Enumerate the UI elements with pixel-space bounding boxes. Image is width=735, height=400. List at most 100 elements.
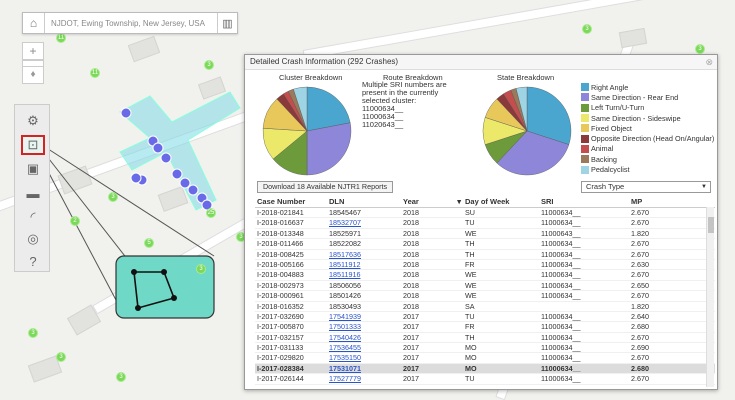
cluster-marker[interactable]: 25 [206,208,216,218]
table-row[interactable]: I-2018-000961 18501426 2018 WE 11000634__ 2.6… [255,291,715,302]
cell-case-number: I-2017-032690 [257,311,304,321]
crash-point [130,172,142,184]
header-day-of-week[interactable]: Day of Week [465,197,541,207]
cluster-marker[interactable]: 11 [56,33,66,43]
table-row[interactable]: I-2017-029820 17535150 2017 MO 11000634__ 2.6… [255,353,715,364]
cell-dln[interactable]: 17501333 [329,322,403,331]
legend-item: Opposite Direction (Head On/Angular) [581,133,716,143]
cluster-marker[interactable]: 3 [28,328,38,338]
cluster-marker[interactable]: 3 [116,372,126,382]
cluster-marker[interactable]: 3 [108,192,118,202]
cell-year: 2018 [403,228,419,238]
cluster-marker[interactable]: 3 [56,352,66,362]
table-row[interactable]: I-2018-004883 18511916 2018 WE 11000634__ 2.6… [255,270,715,281]
download-reports-button[interactable]: Download 18 Available NJTR1 Reports [257,181,393,193]
cell-day: WE [465,270,477,280]
table-row[interactable]: I-2017-032690 17541939 2017 TU 11000634__ 2.6… [255,311,715,323]
save-icon[interactable]: ▣ [21,159,45,179]
cluster-marker[interactable]: 5 [144,238,154,248]
cell-mp: 2.670 [631,239,649,249]
search-input[interactable]: NJDOT, Ewing Township, New Jersey, USA [45,19,217,28]
cell-mp: 2.670 [631,218,649,228]
cell-day: WE [465,280,477,290]
cell-sri: 11000634__ [541,280,581,290]
header-case-number[interactable]: Case Number [255,197,329,207]
help-icon[interactable]: ? [21,251,45,271]
tool-sidebar: ⚙ ⊡ ▣ ▬ ◜ ◎ ? [14,104,50,272]
cluster-breakdown-pie [262,86,352,176]
cell-dln[interactable]: 17527779 [329,374,403,383]
pie-slice-same-direction-rear-end[interactable] [306,122,352,176]
table-row[interactable]: I-2018-011466 18522082 2018 TH 11000634__ 2.6… [255,239,715,250]
table-row[interactable]: I-2017-028384 17531071 2017 MO 11000634__ 2.6… [255,363,715,375]
table-row[interactable]: I-2018-016352 18530493 2018 SA 1.820 [255,302,715,312]
cell-sri: 11000634__ [541,218,581,228]
crash-point [171,168,183,180]
cell-case-number: I-2018-016637 [257,218,304,228]
cell-dln[interactable]: 18532707 [329,218,403,227]
crash-point [187,184,199,196]
search-options-icon[interactable]: ▥ [217,13,237,33]
crash-point [152,142,164,154]
cluster-marker[interactable]: 3 [196,264,206,274]
cell-case-number: I-2017-032157 [257,332,304,342]
close-icon[interactable]: ⊗ [705,55,713,69]
table-row[interactable]: I-2018-002973 18506056 2018 WE 11000634__ 2.6… [255,280,715,292]
header-dln[interactable]: DLN [329,197,403,207]
cluster-marker[interactable]: 11 [90,68,100,78]
zoom-in-button[interactable]: + [22,42,44,60]
cell-year: 2017 [403,353,419,363]
cell-sri [541,302,631,311]
crash-detail-panel: Detailed Crash Information (292 Crashes)… [244,54,718,390]
cell-dln[interactable]: 18517636 [329,250,403,259]
header-mp[interactable]: MP [631,197,691,207]
legend-item: Right Angle [581,82,716,92]
cell-dln: 18506056 [329,280,361,290]
legend-item: Same Direction - Rear End [581,92,716,102]
table-scrollbar[interactable] [706,207,714,387]
cell-dln[interactable]: 18511912 [329,260,403,269]
cell-dln[interactable]: 17531071 [329,364,403,373]
table-row[interactable]: I-2018-021841 18545467 2018 SU 11000634__ 2.6… [255,208,715,219]
breakdown-type-select[interactable]: Crash Type ▼ [581,181,711,193]
cell-dln: 18525971 [329,228,361,238]
polygon-select-icon[interactable]: ⊡ [21,135,45,155]
table-header: Case Number DLN Year ▾ Day of Week SRI M… [255,197,715,208]
cell-year: 2018 [403,218,419,228]
cell-mp: 2.670 [631,353,649,363]
color-wheel-icon[interactable]: ◎ [21,229,45,249]
cluster-marker[interactable]: 3 [582,24,592,34]
settings-gear-icon[interactable]: ⚙ [21,111,45,131]
table-row[interactable]: I-2018-016637 18532707 2018 TU 11000634__ 2.6… [255,218,715,229]
table-row[interactable]: I-2017-026144 17527779 2017 TU 11000634__ 2.6… [255,374,715,385]
cell-year: 2018 [403,259,419,269]
table-row[interactable]: I-2017-005870 17501333 2017 FR 11000634__ 2.6… [255,322,715,333]
cell-dln[interactable]: 17540426 [329,333,403,342]
table-row[interactable]: I-2017-032157 17540426 2017 TH 11000634__ 2.6… [255,332,715,344]
cell-day: FR [465,259,475,269]
cell-dln[interactable]: 18511916 [329,270,403,279]
cell-dln[interactable]: 17535150 [329,353,403,362]
intersection-polygon [119,91,241,211]
table-row[interactable]: I-2018-013348 18525971 2018 WE 11000643__ 1.8… [255,228,715,240]
cell-sri: 11000634__ [541,259,581,269]
car-icon[interactable]: ▬ [21,183,45,203]
cell-case-number: I-2018-016352 [257,301,304,311]
compass-icon[interactable]: ♦ [22,66,44,84]
cell-dln[interactable]: 17536455 [329,343,403,352]
header-year[interactable]: Year ▾ [403,197,465,207]
curve-icon[interactable]: ◜ [21,207,45,227]
home-icon[interactable]: ⌂ [23,13,45,33]
header-sri[interactable]: SRI [541,197,631,207]
cell-dln[interactable]: 17541939 [329,312,403,321]
table-row[interactable]: I-2018-008425 18517636 2018 TH 11000634__ 2.6… [255,250,715,260]
scrollbar-thumb[interactable] [708,217,714,233]
table-row[interactable]: I-2017-031133 17536455 2017 MO 11000634__ 2.6… [255,343,715,354]
cell-day: TU [465,311,475,321]
table-row[interactable]: I-2018-005166 18511912 2018 FR 11000634__ 2.6… [255,259,715,271]
cell-sri: 11000634__ [541,353,581,363]
cluster-marker[interactable]: 2 [70,216,80,226]
cluster-marker[interactable]: 3 [204,60,214,70]
cluster-marker[interactable]: 3 [695,44,705,54]
legend-item: Animal [581,144,716,154]
